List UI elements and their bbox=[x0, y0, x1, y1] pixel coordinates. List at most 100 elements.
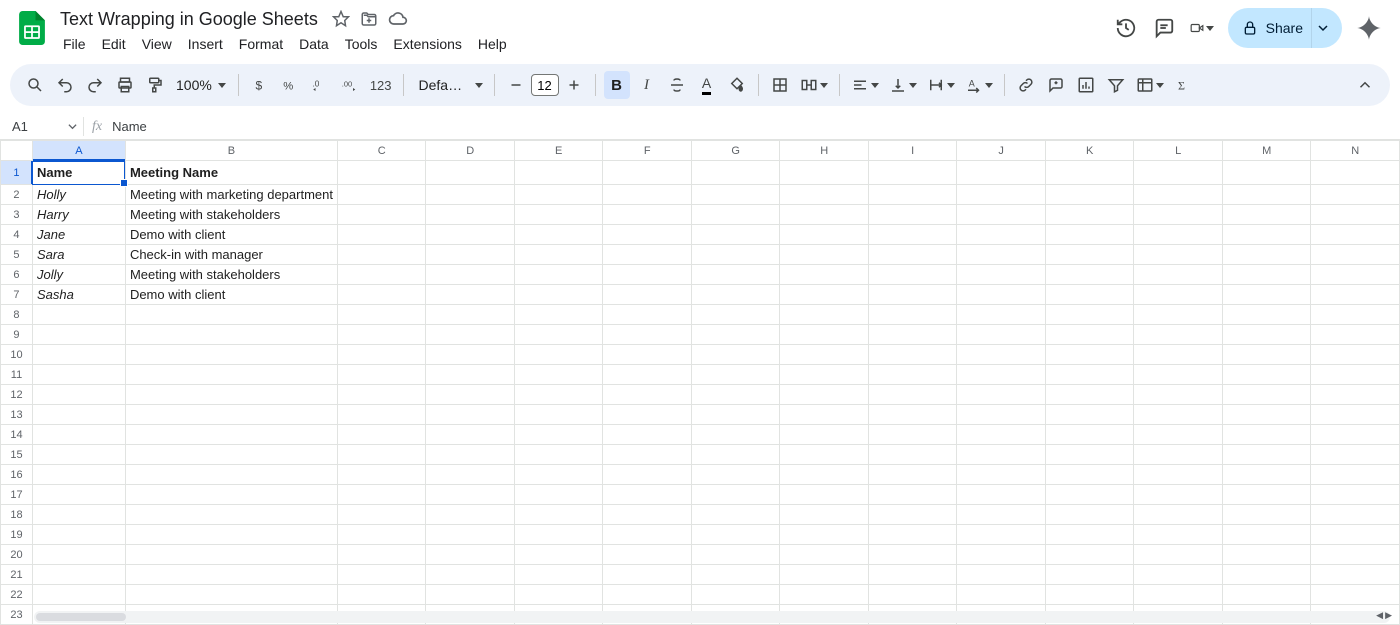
font-size-input[interactable] bbox=[531, 74, 559, 96]
cell-C6[interactable] bbox=[337, 265, 425, 285]
cell-D17[interactable] bbox=[426, 485, 514, 505]
row-header-19[interactable]: 19 bbox=[1, 525, 33, 545]
cell-D9[interactable] bbox=[426, 325, 514, 345]
cell-G2[interactable] bbox=[691, 185, 780, 205]
cell-D13[interactable] bbox=[426, 405, 514, 425]
cell-C17[interactable] bbox=[337, 485, 425, 505]
spreadsheet-grid[interactable]: ABCDEFGHIJKLMN1NameMeeting Name2HollyMee… bbox=[0, 140, 1400, 625]
cell-E19[interactable] bbox=[514, 525, 602, 545]
cell-F18[interactable] bbox=[603, 505, 691, 525]
cell-N2[interactable] bbox=[1311, 185, 1400, 205]
increase-decimal-icon[interactable]: .00 bbox=[337, 71, 363, 99]
menu-view[interactable]: View bbox=[135, 32, 179, 56]
cell-A13[interactable] bbox=[32, 405, 125, 425]
cell-A6[interactable]: Jolly bbox=[32, 265, 125, 285]
cell-F13[interactable] bbox=[603, 405, 691, 425]
cell-H8[interactable] bbox=[780, 305, 868, 325]
cell-G3[interactable] bbox=[691, 205, 780, 225]
cell-I22[interactable] bbox=[868, 585, 956, 605]
cell-A8[interactable] bbox=[32, 305, 125, 325]
cell-G15[interactable] bbox=[691, 445, 780, 465]
cell-G20[interactable] bbox=[691, 545, 780, 565]
cell-I20[interactable] bbox=[868, 545, 956, 565]
cell-A4[interactable]: Jane bbox=[32, 225, 125, 245]
cell-E16[interactable] bbox=[514, 465, 602, 485]
cell-A5[interactable]: Sara bbox=[32, 245, 125, 265]
cell-B20[interactable] bbox=[125, 545, 337, 565]
cell-F7[interactable] bbox=[603, 285, 691, 305]
cell-E14[interactable] bbox=[514, 425, 602, 445]
cell-F16[interactable] bbox=[603, 465, 691, 485]
print-icon[interactable] bbox=[112, 71, 138, 99]
cell-C13[interactable] bbox=[337, 405, 425, 425]
cell-F11[interactable] bbox=[603, 365, 691, 385]
cell-N13[interactable] bbox=[1311, 405, 1400, 425]
cell-J2[interactable] bbox=[957, 185, 1045, 205]
cell-M1[interactable] bbox=[1222, 161, 1311, 185]
cell-B2[interactable]: Meeting with marketing department bbox=[125, 185, 337, 205]
cell-L7[interactable] bbox=[1134, 285, 1222, 305]
more-formats-icon[interactable]: 123 bbox=[367, 71, 395, 99]
cell-C3[interactable] bbox=[337, 205, 425, 225]
cell-H22[interactable] bbox=[780, 585, 868, 605]
format-currency-icon[interactable]: $ bbox=[247, 71, 273, 99]
cell-M12[interactable] bbox=[1222, 385, 1311, 405]
cell-M5[interactable] bbox=[1222, 245, 1311, 265]
cell-H12[interactable] bbox=[780, 385, 868, 405]
cell-F4[interactable] bbox=[603, 225, 691, 245]
cell-J16[interactable] bbox=[957, 465, 1045, 485]
cell-F5[interactable] bbox=[603, 245, 691, 265]
row-header-5[interactable]: 5 bbox=[1, 245, 33, 265]
menu-tools[interactable]: Tools bbox=[338, 32, 385, 56]
name-box[interactable]: A1 bbox=[6, 117, 84, 136]
paint-format-icon[interactable] bbox=[142, 71, 168, 99]
italic-button[interactable]: I bbox=[634, 71, 660, 99]
cell-I9[interactable] bbox=[868, 325, 956, 345]
row-header-3[interactable]: 3 bbox=[1, 205, 33, 225]
filter-views-icon[interactable] bbox=[1133, 71, 1167, 99]
cell-B13[interactable] bbox=[125, 405, 337, 425]
cell-D4[interactable] bbox=[426, 225, 514, 245]
cell-C21[interactable] bbox=[337, 565, 425, 585]
cell-N19[interactable] bbox=[1311, 525, 1400, 545]
col-header-K[interactable]: K bbox=[1045, 141, 1133, 161]
cell-B12[interactable] bbox=[125, 385, 337, 405]
cell-G12[interactable] bbox=[691, 385, 780, 405]
select-all-corner[interactable] bbox=[1, 141, 33, 161]
undo-icon[interactable] bbox=[52, 71, 78, 99]
cell-M22[interactable] bbox=[1222, 585, 1311, 605]
cell-A10[interactable] bbox=[32, 345, 125, 365]
cell-J14[interactable] bbox=[957, 425, 1045, 445]
redo-icon[interactable] bbox=[82, 71, 108, 99]
cell-G16[interactable] bbox=[691, 465, 780, 485]
cell-M19[interactable] bbox=[1222, 525, 1311, 545]
borders-button[interactable] bbox=[767, 71, 793, 99]
cell-E3[interactable] bbox=[514, 205, 602, 225]
cell-J10[interactable] bbox=[957, 345, 1045, 365]
cell-I10[interactable] bbox=[868, 345, 956, 365]
gemini-icon[interactable] bbox=[1356, 15, 1382, 41]
cell-L4[interactable] bbox=[1134, 225, 1222, 245]
cell-D22[interactable] bbox=[426, 585, 514, 605]
fill-color-button[interactable] bbox=[724, 71, 750, 99]
cell-B6[interactable]: Meeting with stakeholders bbox=[125, 265, 337, 285]
menu-help[interactable]: Help bbox=[471, 32, 514, 56]
menu-format[interactable]: Format bbox=[232, 32, 290, 56]
cell-L22[interactable] bbox=[1134, 585, 1222, 605]
cell-M18[interactable] bbox=[1222, 505, 1311, 525]
cell-L10[interactable] bbox=[1134, 345, 1222, 365]
col-header-D[interactable]: D bbox=[426, 141, 514, 161]
cell-L2[interactable] bbox=[1134, 185, 1222, 205]
cell-M11[interactable] bbox=[1222, 365, 1311, 385]
cell-C14[interactable] bbox=[337, 425, 425, 445]
cell-K6[interactable] bbox=[1045, 265, 1133, 285]
cell-K16[interactable] bbox=[1045, 465, 1133, 485]
cell-H9[interactable] bbox=[780, 325, 868, 345]
cell-F3[interactable] bbox=[603, 205, 691, 225]
cell-M3[interactable] bbox=[1222, 205, 1311, 225]
cell-H17[interactable] bbox=[780, 485, 868, 505]
merge-cells-button[interactable] bbox=[797, 71, 831, 99]
cell-G4[interactable] bbox=[691, 225, 780, 245]
cell-B16[interactable] bbox=[125, 465, 337, 485]
cell-A7[interactable]: Sasha bbox=[32, 285, 125, 305]
